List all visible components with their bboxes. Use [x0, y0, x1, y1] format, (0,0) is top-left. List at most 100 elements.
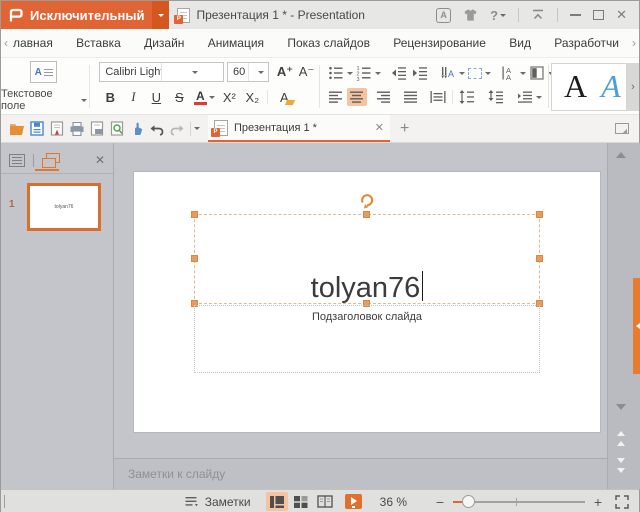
font-name-combobox[interactable]: Calibri Light (3: [99, 62, 224, 82]
decrease-font-button[interactable]: A⁻: [296, 64, 318, 80]
subtitle-placeholder[interactable]: Подзаголовок слайда: [194, 305, 540, 373]
normal-view-button[interactable]: [266, 492, 288, 511]
tab-design[interactable]: Дизайн: [144, 36, 184, 50]
previous-slide-button[interactable]: [617, 427, 625, 446]
chevron-down-icon[interactable]: [536, 96, 542, 102]
chevron-down-icon[interactable]: [375, 72, 381, 78]
help-button[interactable]: ?: [490, 8, 506, 23]
minimize-icon[interactable]: [570, 14, 581, 16]
align-left-button[interactable]: [326, 88, 346, 106]
notes-toggle-label[interactable]: Заметки: [205, 495, 251, 509]
undo-button[interactable]: [147, 119, 167, 139]
font-size-combobox[interactable]: 60: [227, 62, 269, 82]
title-textbox[interactable]: tolyan76: [194, 214, 540, 304]
wordart-style-blue[interactable]: A: [601, 68, 621, 105]
notes-pane[interactable]: Заметки к слайду: [114, 458, 607, 489]
tab-insert[interactable]: Вставка: [76, 36, 121, 50]
slider-thumb[interactable]: [462, 495, 475, 508]
font-color-button[interactable]: A: [191, 87, 217, 107]
shape-selection-button[interactable]: [466, 64, 484, 82]
close-icon[interactable]: ✕: [616, 7, 627, 23]
numbered-list-button[interactable]: 123: [354, 64, 374, 82]
resize-handle-ne[interactable]: [536, 211, 543, 218]
chevron-down-icon[interactable]: [161, 63, 223, 81]
language-icon[interactable]: A: [436, 8, 451, 23]
maximize-icon[interactable]: [593, 10, 604, 20]
next-slide-button[interactable]: [617, 458, 625, 477]
skin-shirt-icon[interactable]: [463, 8, 478, 22]
open-file-button[interactable]: [7, 119, 27, 139]
bullet-list-button[interactable]: [326, 64, 346, 82]
italic-button[interactable]: I: [122, 87, 144, 107]
chevron-down-icon[interactable]: [485, 72, 491, 78]
slide-thumbnail[interactable]: tolyan76: [27, 183, 101, 231]
app-menu-dropdown[interactable]: [152, 1, 169, 29]
resize-handle-n[interactable]: [363, 211, 370, 218]
tab-slideshow[interactable]: Показ слайдов: [287, 36, 370, 50]
resize-handle-e[interactable]: [536, 255, 543, 262]
tab-developer[interactable]: Разработчи: [554, 36, 619, 50]
slide[interactable]: tolyan76 Подзаголовок слайда: [133, 171, 601, 433]
zoom-in-button[interactable]: +: [591, 494, 605, 510]
document-tab[interactable]: P Презентация 1 * ✕: [208, 115, 390, 142]
increase-indent-button[interactable]: [410, 64, 430, 82]
tab-review[interactable]: Рецензирование: [393, 36, 486, 50]
align-center-button[interactable]: [347, 88, 367, 106]
zoom-slider[interactable]: [453, 495, 585, 509]
app-menu-button[interactable]: Исключительный: [1, 1, 169, 29]
reading-view-button[interactable]: [314, 492, 336, 511]
increase-font-button[interactable]: A⁺: [274, 64, 296, 80]
scroll-down-icon[interactable]: [616, 404, 626, 415]
justify-button[interactable]: [401, 88, 421, 106]
paragraph-indent-button[interactable]: [515, 88, 535, 106]
toolbar-options-icon[interactable]: [194, 127, 200, 133]
new-tab-button[interactable]: +: [400, 120, 409, 138]
columns-button[interactable]: [527, 64, 547, 82]
distribute-button[interactable]: [428, 88, 448, 106]
scroll-up-icon[interactable]: [616, 147, 626, 158]
print-button[interactable]: [67, 119, 87, 139]
clear-formatting-button[interactable]: A: [272, 87, 296, 107]
scroll-tabs-right-icon[interactable]: ›: [629, 36, 639, 50]
fit-to-window-icon[interactable]: [615, 495, 629, 509]
expand-sidebar-handle[interactable]: [633, 278, 640, 374]
character-spacing-button[interactable]: AA: [499, 64, 519, 82]
chevron-down-icon[interactable]: [248, 63, 269, 81]
paragraph-spacing-button[interactable]: [486, 88, 506, 106]
gallery-more-button[interactable]: ›: [627, 63, 639, 111]
close-panel-icon[interactable]: ✕: [95, 153, 105, 167]
workspace-icon[interactable]: [615, 123, 629, 134]
redo-button[interactable]: [167, 119, 187, 139]
strikethrough-button[interactable]: S: [168, 87, 190, 107]
chevron-down-icon[interactable]: [520, 72, 526, 78]
subscript-button[interactable]: X₂: [241, 87, 263, 107]
slideshow-button[interactable]: [343, 492, 365, 511]
resize-handle-w[interactable]: [191, 255, 198, 262]
superscript-button[interactable]: X²: [218, 87, 240, 107]
slides-view-icon[interactable]: [42, 153, 60, 168]
export-pdf-button[interactable]: [47, 119, 67, 139]
slide-sorter-button[interactable]: [290, 492, 312, 511]
vertical-scrollbar[interactable]: [607, 143, 633, 489]
decrease-indent-button[interactable]: [389, 64, 409, 82]
outline-view-icon[interactable]: [9, 154, 25, 167]
close-tab-icon[interactable]: ✕: [375, 121, 384, 134]
wordart-style-plain[interactable]: A: [564, 68, 587, 105]
scroll-tabs-left-icon[interactable]: ‹: [1, 36, 11, 50]
text-direction-button[interactable]: A: [438, 64, 458, 82]
tab-home[interactable]: лавная: [13, 36, 53, 50]
collapse-ribbon-icon[interactable]: [531, 9, 545, 21]
align-right-button[interactable]: [374, 88, 394, 106]
line-spacing-button[interactable]: [457, 88, 477, 106]
tab-animation[interactable]: Анимация: [208, 36, 264, 50]
insert-textbox-button[interactable]: Текстовое поле: [1, 88, 87, 112]
chevron-down-icon[interactable]: [347, 72, 353, 78]
zoom-out-button[interactable]: −: [433, 494, 447, 510]
find-button[interactable]: [107, 119, 127, 139]
bold-button[interactable]: B: [99, 87, 121, 107]
format-painter-button[interactable]: [127, 119, 147, 139]
rotate-handle-icon[interactable]: [360, 193, 375, 209]
wordart-styles-box[interactable]: A A: [551, 63, 627, 111]
resize-handle-nw[interactable]: [191, 211, 198, 218]
chevron-down-icon[interactable]: [459, 72, 465, 78]
